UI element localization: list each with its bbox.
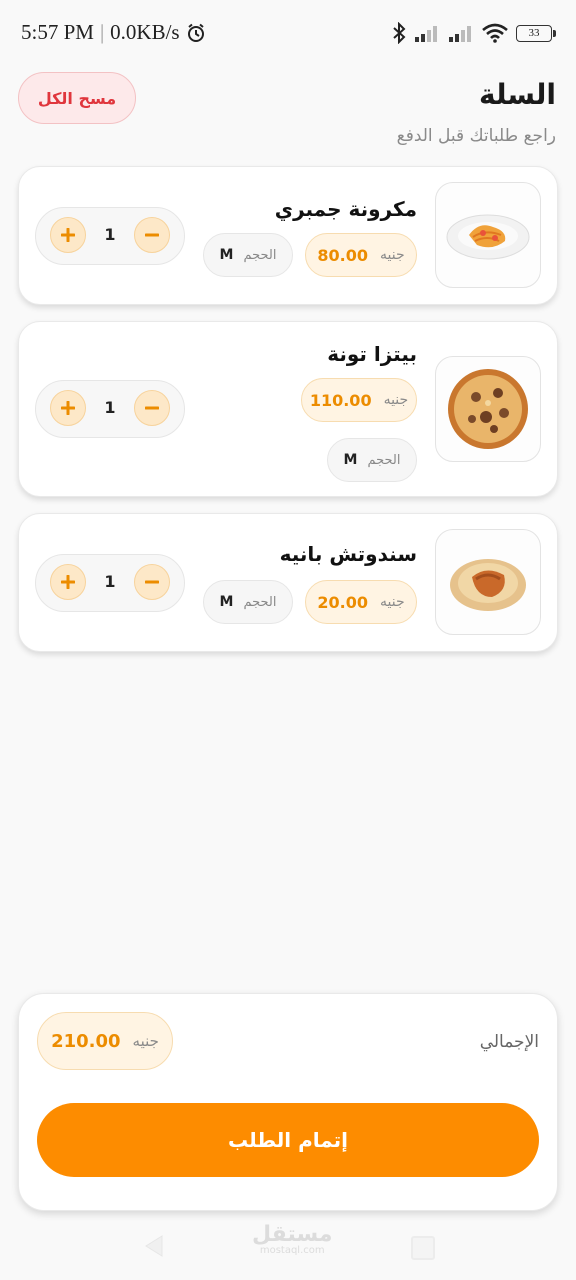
size-label: الحجم <box>367 452 401 468</box>
price-value: 80.00 <box>317 245 368 265</box>
size-value: M <box>343 452 358 468</box>
minus-icon <box>145 580 159 584</box>
item-price: جنيه 110.00 <box>301 378 417 422</box>
status-left: 5:57 PM | 0.0KB/s <box>21 20 206 45</box>
signal-icon <box>449 26 471 42</box>
decrease-button[interactable] <box>134 564 170 600</box>
tuna-pizza-image <box>448 369 528 449</box>
item-image <box>435 356 541 462</box>
price-value: 20.00 <box>317 592 368 612</box>
wifi-icon <box>482 23 508 43</box>
page-subtitle: راجع طلباتك قبل الدفع <box>396 126 556 146</box>
cart-item: سندوتش بانيه جنيه 20.00 الحجم M 1 <box>18 513 558 652</box>
size-value: M <box>219 594 234 610</box>
currency-label: جنيه <box>132 1032 159 1050</box>
quantity-stepper: 1 <box>35 380 185 438</box>
alarm-icon <box>187 23 204 42</box>
total-label: الإجمالي <box>479 1032 539 1052</box>
currency-label: جنيه <box>383 392 409 408</box>
order-summary: الإجمالي جنيه 210.00 إتمام الطلب <box>18 993 558 1211</box>
size-value: M <box>219 247 234 263</box>
item-name: بيتزا تونة <box>327 342 417 366</box>
clear-all-button[interactable]: مسح الكل <box>18 72 136 124</box>
checkout-button[interactable]: إتمام الطلب <box>37 1103 539 1177</box>
currency-label: جنيه <box>380 594 405 610</box>
watermark-arabic: مستقل <box>252 1222 333 1247</box>
item-name: سندوتش بانيه <box>279 542 417 566</box>
page-title: السلة <box>478 78 556 111</box>
item-name: مكرونة جمبري <box>274 197 417 221</box>
minus-icon <box>145 233 159 237</box>
cart-item: مكرونة جمبري جنيه 80.00 الحجم M 1 <box>18 166 558 305</box>
item-size: الحجم M <box>327 438 417 482</box>
signal-icon <box>415 26 437 42</box>
status-time: 5:57 PM <box>21 20 94 44</box>
item-image <box>435 182 541 288</box>
page-header: السلة راجع طلباتك قبل الدفع مسح الكل <box>0 66 576 166</box>
item-price: جنيه 20.00 <box>305 580 417 624</box>
bluetooth-icon <box>393 22 406 44</box>
cart-item: بيتزا تونة جنيه 110.00 الحجم M 1 <box>18 321 558 497</box>
shrimp-pasta-image <box>446 214 530 260</box>
item-price: جنيه 80.00 <box>305 233 417 277</box>
quantity-stepper: 1 <box>35 207 185 265</box>
decrease-button[interactable] <box>134 217 170 253</box>
item-image <box>435 529 541 635</box>
total-amount: جنيه 210.00 <box>37 1012 173 1070</box>
item-size: الحجم M <box>203 233 293 277</box>
quantity-stepper: 1 <box>35 554 185 612</box>
back-icon[interactable] <box>142 1234 166 1258</box>
size-label: الحجم <box>243 247 277 263</box>
recent-apps-icon[interactable] <box>411 1236 435 1260</box>
status-right: 33 <box>392 22 556 44</box>
status-bar: 5:57 PM | 0.0KB/s 33 <box>0 0 576 66</box>
watermark-logo: مستقل mostaql.com <box>252 1222 332 1256</box>
network-speed: 0.0KB/s <box>110 20 180 44</box>
pane-sandwich-image <box>450 559 526 611</box>
item-size: الحجم M <box>203 580 293 624</box>
size-label: الحجم <box>243 594 277 610</box>
currency-label: جنيه <box>380 247 405 263</box>
watermark-latin: mostaql.com <box>259 1245 325 1256</box>
battery-icon: 33 <box>516 24 556 42</box>
system-nav-bar: مستقل mostaql.com <box>0 1212 576 1280</box>
status-separator: | <box>99 20 105 44</box>
total-value: 210.00 <box>51 1030 121 1052</box>
decrease-button[interactable] <box>134 390 170 426</box>
price-value: 110.00 <box>309 390 372 410</box>
minus-icon <box>145 406 159 410</box>
